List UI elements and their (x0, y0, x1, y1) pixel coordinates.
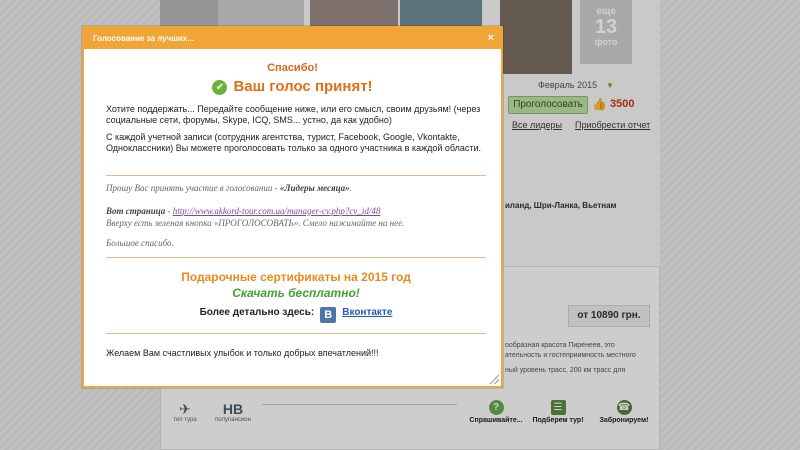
account-rule-paragraph: С каждой учетной записи (сотрудник агент… (106, 132, 482, 153)
thanks-heading: Спасибо! (267, 62, 318, 74)
resize-grip-icon[interactable] (490, 375, 499, 384)
more-details-row: Более детально здесь: B Вконтакте (106, 307, 486, 323)
gift-certificates-title: Подарочные сертификаты на 2015 год (181, 270, 411, 284)
message-line-4: Большое спасибо. (106, 238, 174, 248)
message-line-1: Прошу Вас принять участие в голосовании … (106, 183, 352, 193)
message-prefix: Прошу Вас принять участие в голосовании … (106, 183, 280, 193)
contest-name: «Лидеры месяца» (279, 183, 350, 193)
download-free-link[interactable]: Скачать бесплатно! (106, 286, 486, 300)
vkontakte-icon[interactable]: B (320, 307, 337, 323)
manager-page-link[interactable]: http://www.akkord-tour.com.ua/manager-cv… (173, 206, 381, 216)
dialog-title: Голосование за лучших... (93, 34, 194, 43)
vkontakte-link[interactable]: Вконтакте (342, 307, 392, 318)
check-icon: ✔ (212, 80, 228, 95)
dash: - (165, 206, 173, 216)
vote-accepted-text: Ваш голос принят! (233, 78, 373, 95)
close-icon[interactable]: × (488, 28, 494, 48)
divider (106, 257, 486, 258)
dialog-titlebar[interactable]: Голосование за лучших... × (84, 28, 501, 49)
more-details-label: Более детально здесь: (199, 307, 315, 318)
page-label: Вот страница (106, 206, 166, 216)
support-paragraph: Хотите поддержать... Передайте сообщение… (106, 104, 481, 125)
message-line-2: Вот страница - http://www.akkord-tour.co… (106, 206, 380, 216)
message-suffix: . (349, 183, 352, 193)
divider (106, 175, 486, 176)
divider (106, 333, 486, 334)
wishes-text: Желаем Вам счастливых улыбок и только до… (106, 348, 379, 358)
vote-accepted-heading: ✔ Ваш голос принят! (82, 78, 503, 95)
message-line-3: Вверху есть зеленая кнопка «ПРОГОЛОСОВАТ… (106, 218, 405, 228)
